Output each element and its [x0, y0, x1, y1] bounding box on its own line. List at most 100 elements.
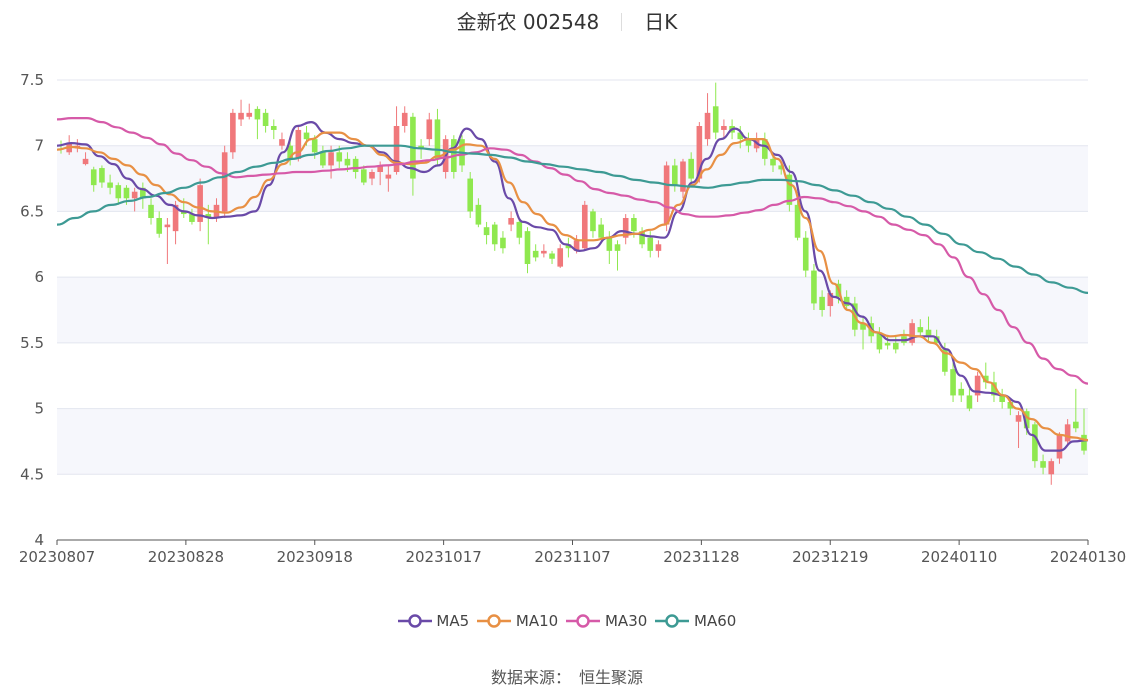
- candle-body: [1056, 434, 1063, 459]
- y-tick-label: 5.5: [20, 334, 44, 352]
- candle: [1032, 421, 1038, 468]
- candle: [1048, 458, 1055, 485]
- candle-body: [631, 218, 637, 232]
- y-tick-label: 4: [34, 531, 44, 549]
- candle: [524, 227, 531, 274]
- x-tick-label: 20230918: [277, 548, 353, 566]
- candle: [164, 218, 171, 264]
- legend-marker-icon: [397, 614, 432, 628]
- candle-body: [295, 129, 302, 159]
- candle: [221, 145, 228, 218]
- candle-body: [802, 237, 809, 271]
- candle-body: [647, 237, 654, 251]
- legend-marker-icon: [655, 614, 690, 628]
- candle-body: [966, 395, 973, 409]
- candle: [254, 106, 261, 140]
- candlestick-chart: 4 4.5 5 5.5 6 6.5 7 7.5 20230807 20230828 2023091…: [19, 71, 1126, 566]
- candle: [614, 240, 621, 271]
- legend-item-ma60[interactable]: MA60: [655, 612, 736, 630]
- y-tick-label: 6.5: [20, 202, 44, 220]
- candle-body: [958, 388, 965, 396]
- candle: [598, 218, 604, 241]
- candle: [508, 211, 514, 232]
- legend-marker-icon: [477, 614, 512, 628]
- candle-body: [426, 119, 433, 140]
- candle: [704, 93, 711, 146]
- legend-marker-circle: [576, 614, 590, 628]
- candle-body: [614, 244, 621, 251]
- candle-body: [115, 185, 122, 199]
- candle-body: [1064, 424, 1071, 442]
- candle: [590, 208, 596, 238]
- candle-body: [598, 224, 604, 238]
- candle: [549, 250, 555, 264]
- candle-body: [475, 204, 482, 225]
- y-tick-label: 7.5: [20, 71, 44, 89]
- x-tick-label: 20231017: [405, 548, 481, 566]
- x-axis: 20230807 20230828 20230918 20231017 20231107…: [19, 539, 1126, 566]
- candle: [156, 211, 163, 238]
- legend-item-ma30[interactable]: MA30: [566, 612, 647, 630]
- candle: [622, 214, 629, 245]
- candle-body: [270, 126, 277, 130]
- data-source: 数据来源： 恒生聚源: [0, 664, 1134, 688]
- candle: [262, 108, 269, 133]
- plot-bands: [57, 145, 1088, 475]
- candle-body: [336, 152, 343, 162]
- candle-body: [500, 237, 506, 249]
- candle: [467, 172, 474, 218]
- candle-body: [369, 172, 375, 179]
- candle: [246, 103, 253, 120]
- candle: [655, 240, 662, 258]
- legend-item-ma5[interactable]: MA5: [397, 612, 469, 630]
- legend-label: MA10: [511, 612, 559, 630]
- candle-body: [361, 169, 367, 183]
- candle-body: [434, 119, 441, 159]
- candle-body: [230, 112, 236, 153]
- candle-body: [328, 152, 334, 166]
- candle-body: [663, 165, 670, 225]
- candle-body: [1073, 421, 1079, 429]
- candle-body: [508, 218, 514, 225]
- candle: [270, 119, 277, 140]
- legend-item-ma10[interactable]: MA10: [477, 612, 558, 630]
- candle: [999, 388, 1005, 409]
- candle: [500, 231, 506, 254]
- source-value: 恒生聚源: [579, 668, 644, 687]
- legend-marker-icon: [566, 614, 601, 628]
- y-tick-label: 6: [34, 268, 44, 286]
- candle-body: [311, 139, 318, 153]
- candle-body: [770, 158, 776, 166]
- candle-body: [221, 152, 228, 212]
- candle-body: [1048, 461, 1055, 475]
- candle: [491, 221, 498, 251]
- candle-body: [262, 112, 269, 126]
- x-tick-label: 20231107: [534, 548, 610, 566]
- candle-body: [917, 327, 924, 333]
- candle-body: [156, 218, 163, 234]
- chart-legend: MA5 MA10 MA30 MA60: [0, 612, 1134, 630]
- x-tick-label: 20230828: [148, 548, 224, 566]
- candle: [909, 319, 915, 346]
- candle-body: [1081, 434, 1087, 451]
- candle-body: [279, 139, 285, 146]
- candle-body: [712, 106, 719, 133]
- candle: [982, 362, 989, 389]
- candle: [557, 244, 564, 268]
- legend-marker-circle: [487, 614, 501, 628]
- candle-body: [892, 342, 899, 350]
- candle-body: [99, 168, 105, 183]
- candle-body: [131, 191, 138, 199]
- candle: [802, 231, 809, 278]
- candle-body: [90, 169, 97, 186]
- candle-body: [811, 270, 817, 304]
- candle-body: [352, 158, 359, 172]
- y-tick-label: 4.5: [20, 465, 44, 483]
- candle-body: [401, 112, 408, 126]
- candle-body: [483, 227, 490, 236]
- y-tick-label: 5: [34, 400, 44, 418]
- candle-body: [1040, 461, 1046, 468]
- candle: [966, 388, 973, 412]
- candle-body: [238, 112, 244, 120]
- candle-body: [107, 182, 113, 188]
